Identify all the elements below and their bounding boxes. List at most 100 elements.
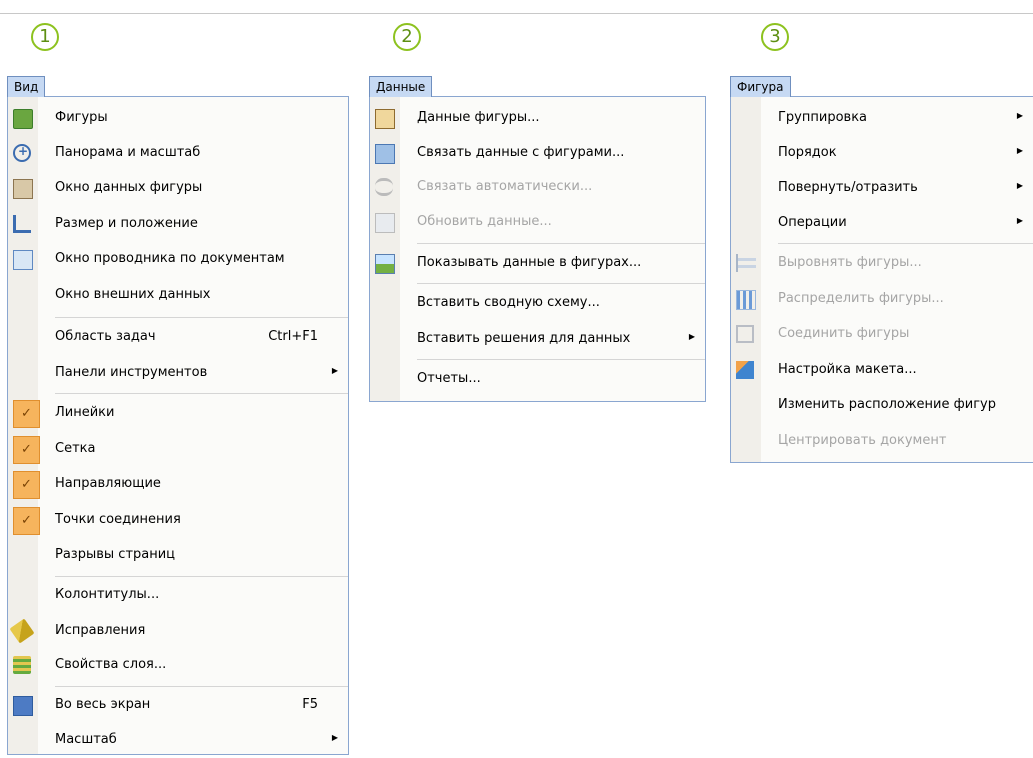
- menu-item-align-shapes[interactable]: Выровнять фигуры...: [731, 245, 1033, 281]
- menu-item-label: Во весь экран: [55, 697, 151, 712]
- menu-item-order[interactable]: Порядок ▶: [731, 135, 1033, 171]
- menu-item-insert-pivot-diagram[interactable]: Вставить сводную схему...: [370, 285, 705, 321]
- submenu-arrow-icon: ▶: [1016, 216, 1023, 225]
- menu-item-pan-zoom[interactable]: Панорама и масштаб: [8, 135, 348, 171]
- shape-menu: Группировка ▶ Порядок ▶ Повернуть/отразить…: [730, 96, 1033, 463]
- menu-item-external-data[interactable]: Окно внешних данных: [8, 277, 348, 313]
- view-menu: Фигуры Панорама и масштаб Окно данных фи…: [7, 96, 349, 755]
- menu-title-shape[interactable]: Фигура: [730, 76, 791, 97]
- align-shapes-icon: [736, 254, 756, 272]
- menu-item-grid[interactable]: ✓ Сетка: [8, 431, 348, 467]
- menu-item-layout-settings[interactable]: Настройка макета...: [731, 352, 1033, 388]
- menu-item-label: Повернуть/отразить: [778, 180, 918, 195]
- menu-item-drawing-explorer[interactable]: Окно проводника по документам: [8, 241, 348, 277]
- submenu-arrow-icon: ▶: [331, 733, 338, 742]
- data-menu: Данные фигуры... Связать данные с фигура…: [369, 96, 706, 402]
- menu-item-shape-data-window[interactable]: Окно данных фигуры: [8, 170, 348, 206]
- menu-item-label: Окно проводника по документам: [55, 251, 285, 266]
- callout-3: 3: [761, 23, 789, 51]
- menu-item-label: Порядок: [778, 145, 837, 160]
- shape-data-icon: [375, 109, 395, 129]
- menu-item-markup[interactable]: Исправления: [8, 613, 348, 649]
- menu-item-shape-data[interactable]: Данные фигуры...: [370, 100, 705, 136]
- menu-item-label: Распределить фигуры...: [778, 291, 944, 306]
- checkmark-icon: ✓: [13, 471, 40, 499]
- markup-icon: [9, 618, 35, 644]
- menu-item-label: Показывать данные в фигурах...: [417, 255, 642, 270]
- menu-item-label: Исправления: [55, 623, 146, 638]
- menu-item-automatic-link[interactable]: Связать автоматически...: [370, 169, 705, 205]
- menu-item-guides[interactable]: ✓ Направляющие: [8, 466, 348, 502]
- menu-item-data-graphics[interactable]: Показывать данные в фигурах...: [370, 245, 705, 281]
- menu-item-center-drawing[interactable]: Центрировать документ: [731, 423, 1033, 459]
- menu-item-label: Панорама и масштаб: [55, 145, 201, 160]
- menu-item-label: Свойства слоя...: [55, 657, 167, 672]
- menu-item-label: Панели инструментов: [55, 365, 208, 380]
- submenu-arrow-icon: ▶: [1016, 181, 1023, 190]
- size-position-icon: [13, 215, 31, 233]
- checkmark-icon: ✓: [13, 436, 40, 464]
- menu-item-reports[interactable]: Отчеты...: [370, 361, 705, 397]
- menu-item-refresh-data[interactable]: Обновить данные...: [370, 204, 705, 240]
- menu-item-label: Окно внешних данных: [55, 287, 211, 302]
- menu-item-connection-points[interactable]: ✓ Точки соединения: [8, 502, 348, 538]
- menu-item-rotate-flip[interactable]: Повернуть/отразить ▶: [731, 170, 1033, 206]
- shape-data-window-icon: [13, 179, 33, 199]
- submenu-arrow-icon: ▶: [1016, 111, 1023, 120]
- menu-item-shapes[interactable]: Фигуры: [8, 100, 348, 136]
- shapes-icon: [13, 109, 33, 129]
- menu-title-view[interactable]: Вид: [7, 76, 46, 97]
- menu-item-insert-data-solutions[interactable]: Вставить решения для данных ▶: [370, 321, 705, 357]
- menu-item-grouping[interactable]: Группировка ▶: [731, 100, 1033, 136]
- menu-item-link-data[interactable]: Связать данные с фигурами...: [370, 135, 705, 171]
- menu-item-connect-shapes[interactable]: Соединить фигуры: [731, 316, 1033, 352]
- menu-item-label: Группировка: [778, 110, 868, 125]
- link-data-icon: [375, 144, 395, 164]
- menu-item-header-footer[interactable]: Колонтитулы...: [8, 577, 348, 613]
- menu-item-label: Изменить расположение фигур: [778, 397, 996, 412]
- menu-item-operations[interactable]: Операции ▶: [731, 205, 1033, 241]
- menu-separator: [55, 317, 348, 318]
- menu-item-label: Точки соединения: [55, 512, 181, 527]
- menu-item-label: Связать данные с фигурами...: [417, 145, 625, 160]
- menu-item-distribute-shapes[interactable]: Распределить фигуры...: [731, 281, 1033, 317]
- menu-item-label: Вставить сводную схему...: [417, 295, 600, 310]
- menu-item-label: Направляющие: [55, 476, 161, 491]
- menu-item-toolbars[interactable]: Панели инструментов ▶: [8, 355, 348, 391]
- layers-icon: [13, 656, 31, 674]
- menu-item-full-screen[interactable]: Во весь экран F5: [8, 687, 348, 723]
- menu-item-label: Разрывы страниц: [55, 547, 176, 562]
- submenu-arrow-icon: ▶: [1016, 146, 1023, 155]
- submenu-arrow-icon: ▶: [331, 366, 338, 375]
- top-divider: [0, 13, 1033, 14]
- menu-item-label: Отчеты...: [417, 371, 481, 386]
- menu-item-label: Соединить фигуры: [778, 326, 910, 341]
- menu-item-size-position[interactable]: Размер и положение: [8, 206, 348, 242]
- data-graphics-icon: [375, 254, 395, 274]
- menu-item-layer-properties[interactable]: Свойства слоя...: [8, 647, 348, 683]
- menu-separator: [778, 243, 1033, 244]
- pan-zoom-icon: [13, 144, 31, 162]
- full-screen-icon: [13, 696, 33, 716]
- connect-shapes-icon: [736, 325, 754, 343]
- menu-title-data[interactable]: Данные: [369, 76, 433, 97]
- menu-item-label: Фигуры: [55, 110, 108, 125]
- menu-item-task-pane[interactable]: Область задач Ctrl+F1: [8, 319, 348, 355]
- menu-item-label: Настройка макета...: [778, 362, 917, 377]
- automatic-link-icon: [375, 178, 393, 196]
- menu-separator: [417, 359, 705, 360]
- menu-item-page-breaks[interactable]: Разрывы страниц: [8, 537, 348, 573]
- menu-separator: [417, 243, 705, 244]
- menu-item-label: Вставить решения для данных: [417, 331, 631, 346]
- callout-1: 1: [31, 23, 59, 51]
- menu-item-rulers[interactable]: ✓ Линейки: [8, 395, 348, 431]
- menu-item-label: Окно данных фигуры: [55, 180, 203, 195]
- menu-item-label: Обновить данные...: [417, 214, 552, 229]
- menu-separator: [55, 393, 348, 394]
- menu-item-label: Колонтитулы...: [55, 587, 160, 602]
- menu-item-label: Данные фигуры...: [417, 110, 540, 125]
- menu-item-label: Центрировать документ: [778, 433, 947, 448]
- distribute-shapes-icon: [736, 290, 756, 310]
- menu-item-label: Связать автоматически...: [417, 179, 593, 194]
- menu-item-relayout-shapes[interactable]: Изменить расположение фигур: [731, 387, 1033, 423]
